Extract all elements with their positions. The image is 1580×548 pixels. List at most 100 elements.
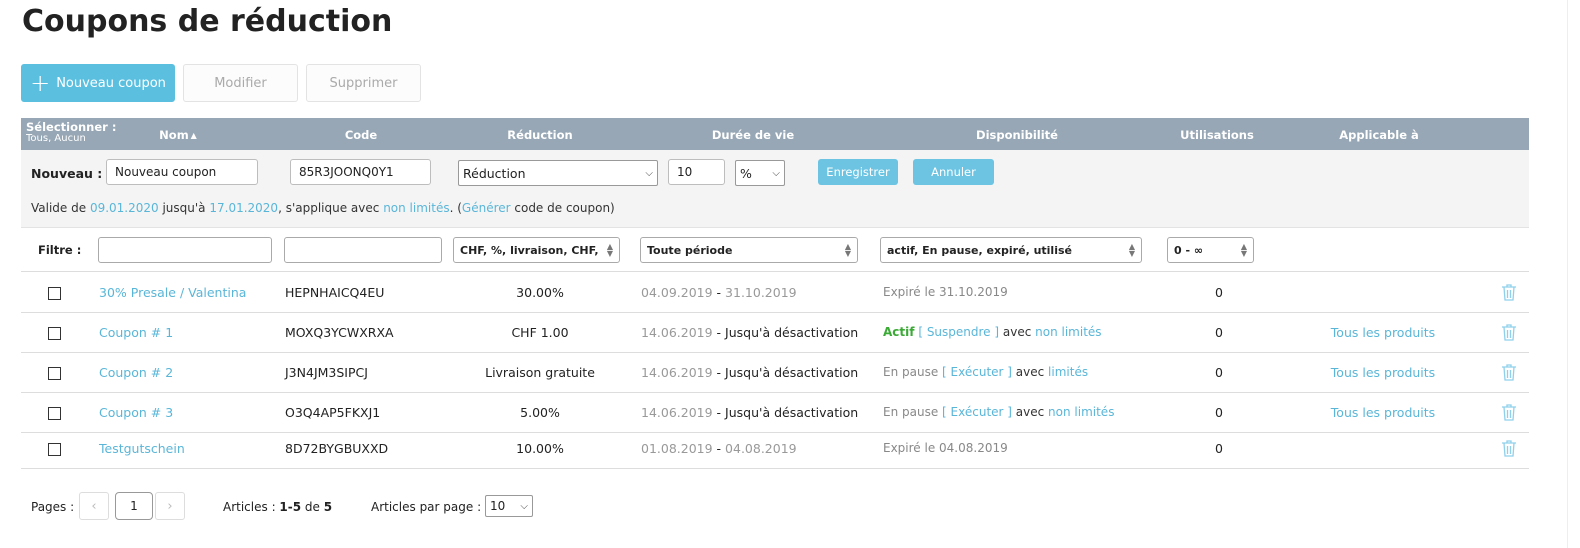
save-button[interactable]: Enregistrer <box>818 159 898 185</box>
new-code-input[interactable]: 85R3JOONQ0Y1 <box>290 159 431 185</box>
coupon-name-link[interactable]: Coupon # 3 <box>99 405 173 420</box>
validity-from-link[interactable]: 09.01.2020 <box>90 201 159 215</box>
execute-link[interactable]: Exécuter <box>951 365 1004 379</box>
new-coupon-button[interactable]: + Nouveau coupon <box>21 64 175 102</box>
row-checkbox[interactable] <box>48 327 61 340</box>
col-header-utilisations[interactable]: Utilisations <box>1180 128 1254 142</box>
coupon-duration: 01.08.2019 - 04.08.2019 <box>641 441 797 456</box>
validity-limit-link[interactable]: non limités <box>383 201 449 215</box>
row-checkbox[interactable] <box>48 287 61 300</box>
duration-start[interactable]: 14.06.2019 <box>641 365 713 380</box>
edit-button[interactable]: Modifier <box>183 64 298 102</box>
availability-limit-link[interactable]: non limités <box>1048 405 1114 419</box>
filter-name-input[interactable] <box>98 237 272 263</box>
next-page-button[interactable]: › <box>155 492 185 520</box>
new-coupon-label: Nouveau coupon <box>56 75 166 91</box>
duration-end[interactable]: 04.08.2019 <box>725 441 797 456</box>
row-checkbox[interactable] <box>48 443 61 456</box>
duration-sep: - <box>712 325 726 340</box>
coupon-name-link[interactable]: Testgutschein <box>99 441 185 456</box>
duration-end[interactable]: Jusqu'à désactivation <box>725 325 858 340</box>
col-header-duree[interactable]: Durée de vie <box>712 128 794 142</box>
coupon-uses: 0 <box>1215 325 1223 340</box>
updown-icon: ▲ ▼ <box>844 242 851 258</box>
coupon-availability: Actif [ Suspendre ] avec non limités <box>883 325 1102 339</box>
select-all-none-link[interactable]: Tous, Aucun <box>26 133 116 145</box>
filter-status-select[interactable]: actif, En pause, expiré, utilisé ▲ ▼ <box>880 237 1142 263</box>
coupon-applicable[interactable]: Tous les produits <box>1331 325 1435 340</box>
trash-icon[interactable] <box>1501 283 1517 304</box>
trash-icon[interactable] <box>1501 363 1517 384</box>
cancel-button[interactable]: Annuler <box>913 159 994 185</box>
new-coupon-row: Nouveau : Nouveau coupon 85R3JOONQ0Y1 Ré… <box>21 150 1529 228</box>
pages-label: Pages : <box>31 500 75 514</box>
articles-range: 1-5 <box>279 500 302 514</box>
reduction-type-select[interactable]: Réduction ⌵ <box>458 160 658 186</box>
filter-label: Filtre : <box>38 243 82 257</box>
availability-limit-link[interactable]: non limités <box>1035 325 1101 339</box>
col-header-nom[interactable]: Nom ▲ <box>159 128 197 142</box>
coupon-applicable[interactable]: Tous les produits <box>1331 365 1435 380</box>
unit-select[interactable]: % ⌵ <box>735 160 785 186</box>
toolbar: + Nouveau coupon Modifier Supprimer <box>21 64 421 102</box>
filter-code-input[interactable] <box>284 237 442 263</box>
filter-uses-value: 0 - ∞ <box>1174 243 1204 257</box>
coupon-applicable[interactable]: Tous les produits <box>1331 405 1435 420</box>
table-header: Sélectionner : Tous, Aucun Nom ▲ Code Réd… <box>21 118 1529 150</box>
table-row[interactable]: Testgutschein 8D72BYGBUXXD 10.00% 01.08.… <box>21 429 1529 469</box>
col-header-code[interactable]: Code <box>345 128 377 142</box>
row-checkbox[interactable] <box>48 407 61 420</box>
col-header-applicable[interactable]: Applicable à <box>1339 128 1419 142</box>
duration-sep: - <box>712 285 726 300</box>
trash-icon[interactable] <box>1501 403 1517 424</box>
reduction-type-value: Réduction <box>463 165 526 181</box>
duration-start[interactable]: 14.06.2019 <box>641 405 713 420</box>
articles-count: Articles : 1-5 de 5 <box>223 500 332 514</box>
coupon-code: J3N4JM3SIPCJ <box>285 365 368 380</box>
availability-status: Expiré le 31.10.2019 <box>883 285 1008 299</box>
suspend-link[interactable]: Suspendre <box>927 325 991 339</box>
table-row[interactable]: Coupon # 3 O3Q4AP5FKXJ1 5.00% 14.06.2019… <box>21 393 1529 433</box>
per-page-select[interactable]: 10 ⌵ <box>485 495 533 517</box>
duration-end[interactable]: Jusqu'à désactivation <box>725 365 858 380</box>
new-name-input[interactable]: Nouveau coupon <box>106 159 258 185</box>
table-row[interactable]: 30% Presale / Valentina HEPNHAICQ4EU 30.… <box>21 273 1529 313</box>
scrollbar[interactable] <box>1567 0 1568 548</box>
coupon-name-link[interactable]: Coupon # 2 <box>99 365 173 380</box>
per-page-label: Articles par page : <box>371 500 482 514</box>
current-page-input[interactable]: 1 <box>115 492 153 520</box>
filter-uses-select[interactable]: 0 - ∞ ▲ ▼ <box>1167 237 1254 263</box>
duration-start[interactable]: 04.09.2019 <box>641 285 713 300</box>
coupon-availability: Expiré le 31.10.2019 <box>883 285 1008 299</box>
coupon-name-link[interactable]: Coupon # 1 <box>99 325 173 340</box>
duration-start[interactable]: 14.06.2019 <box>641 325 713 340</box>
amount-input[interactable]: 10 <box>668 159 725 185</box>
trash-icon[interactable] <box>1501 439 1517 460</box>
filter-reduction-select[interactable]: CHF, %, livraison, CHF, ▲ ▼ <box>453 237 620 263</box>
row-checkbox[interactable] <box>48 367 61 380</box>
availability-limit-link[interactable]: limités <box>1048 365 1088 379</box>
table-row[interactable]: Coupon # 2 J3N4JM3SIPCJ Livraison gratui… <box>21 353 1529 393</box>
duration-end[interactable]: 31.10.2019 <box>725 285 797 300</box>
generate-code-link[interactable]: Générer <box>462 201 511 215</box>
availability-avec: avec <box>1011 405 1049 419</box>
coupon-uses: 0 <box>1215 365 1223 380</box>
unit-value: % <box>740 165 752 181</box>
updown-icon: ▲ ▼ <box>1240 242 1247 258</box>
duration-end[interactable]: Jusqu'à désactivation <box>725 405 858 420</box>
coupon-reduction: Livraison gratuite <box>485 365 595 380</box>
col-header-disponibilite[interactable]: Disponibilité <box>976 128 1058 142</box>
filter-period-select[interactable]: Toute période ▲ ▼ <box>640 237 858 263</box>
validity-to-link[interactable]: 17.01.2020 <box>209 201 278 215</box>
coupon-name-link[interactable]: 30% Presale / Valentina <box>99 285 246 300</box>
execute-link[interactable]: Exécuter <box>951 405 1004 419</box>
col-header-reduction[interactable]: Réduction <box>507 128 572 142</box>
updown-icon: ▲ ▼ <box>1128 242 1135 258</box>
table-row[interactable]: Coupon # 1 MOXQ3YCWXRXA CHF 1.00 14.06.2… <box>21 313 1529 353</box>
duration-sep: - <box>712 405 726 420</box>
coupon-uses: 0 <box>1215 405 1223 420</box>
duration-start[interactable]: 01.08.2019 <box>641 441 713 456</box>
trash-icon[interactable] <box>1501 323 1517 344</box>
prev-page-button[interactable]: ‹ <box>79 492 109 520</box>
delete-button[interactable]: Supprimer <box>306 64 421 102</box>
